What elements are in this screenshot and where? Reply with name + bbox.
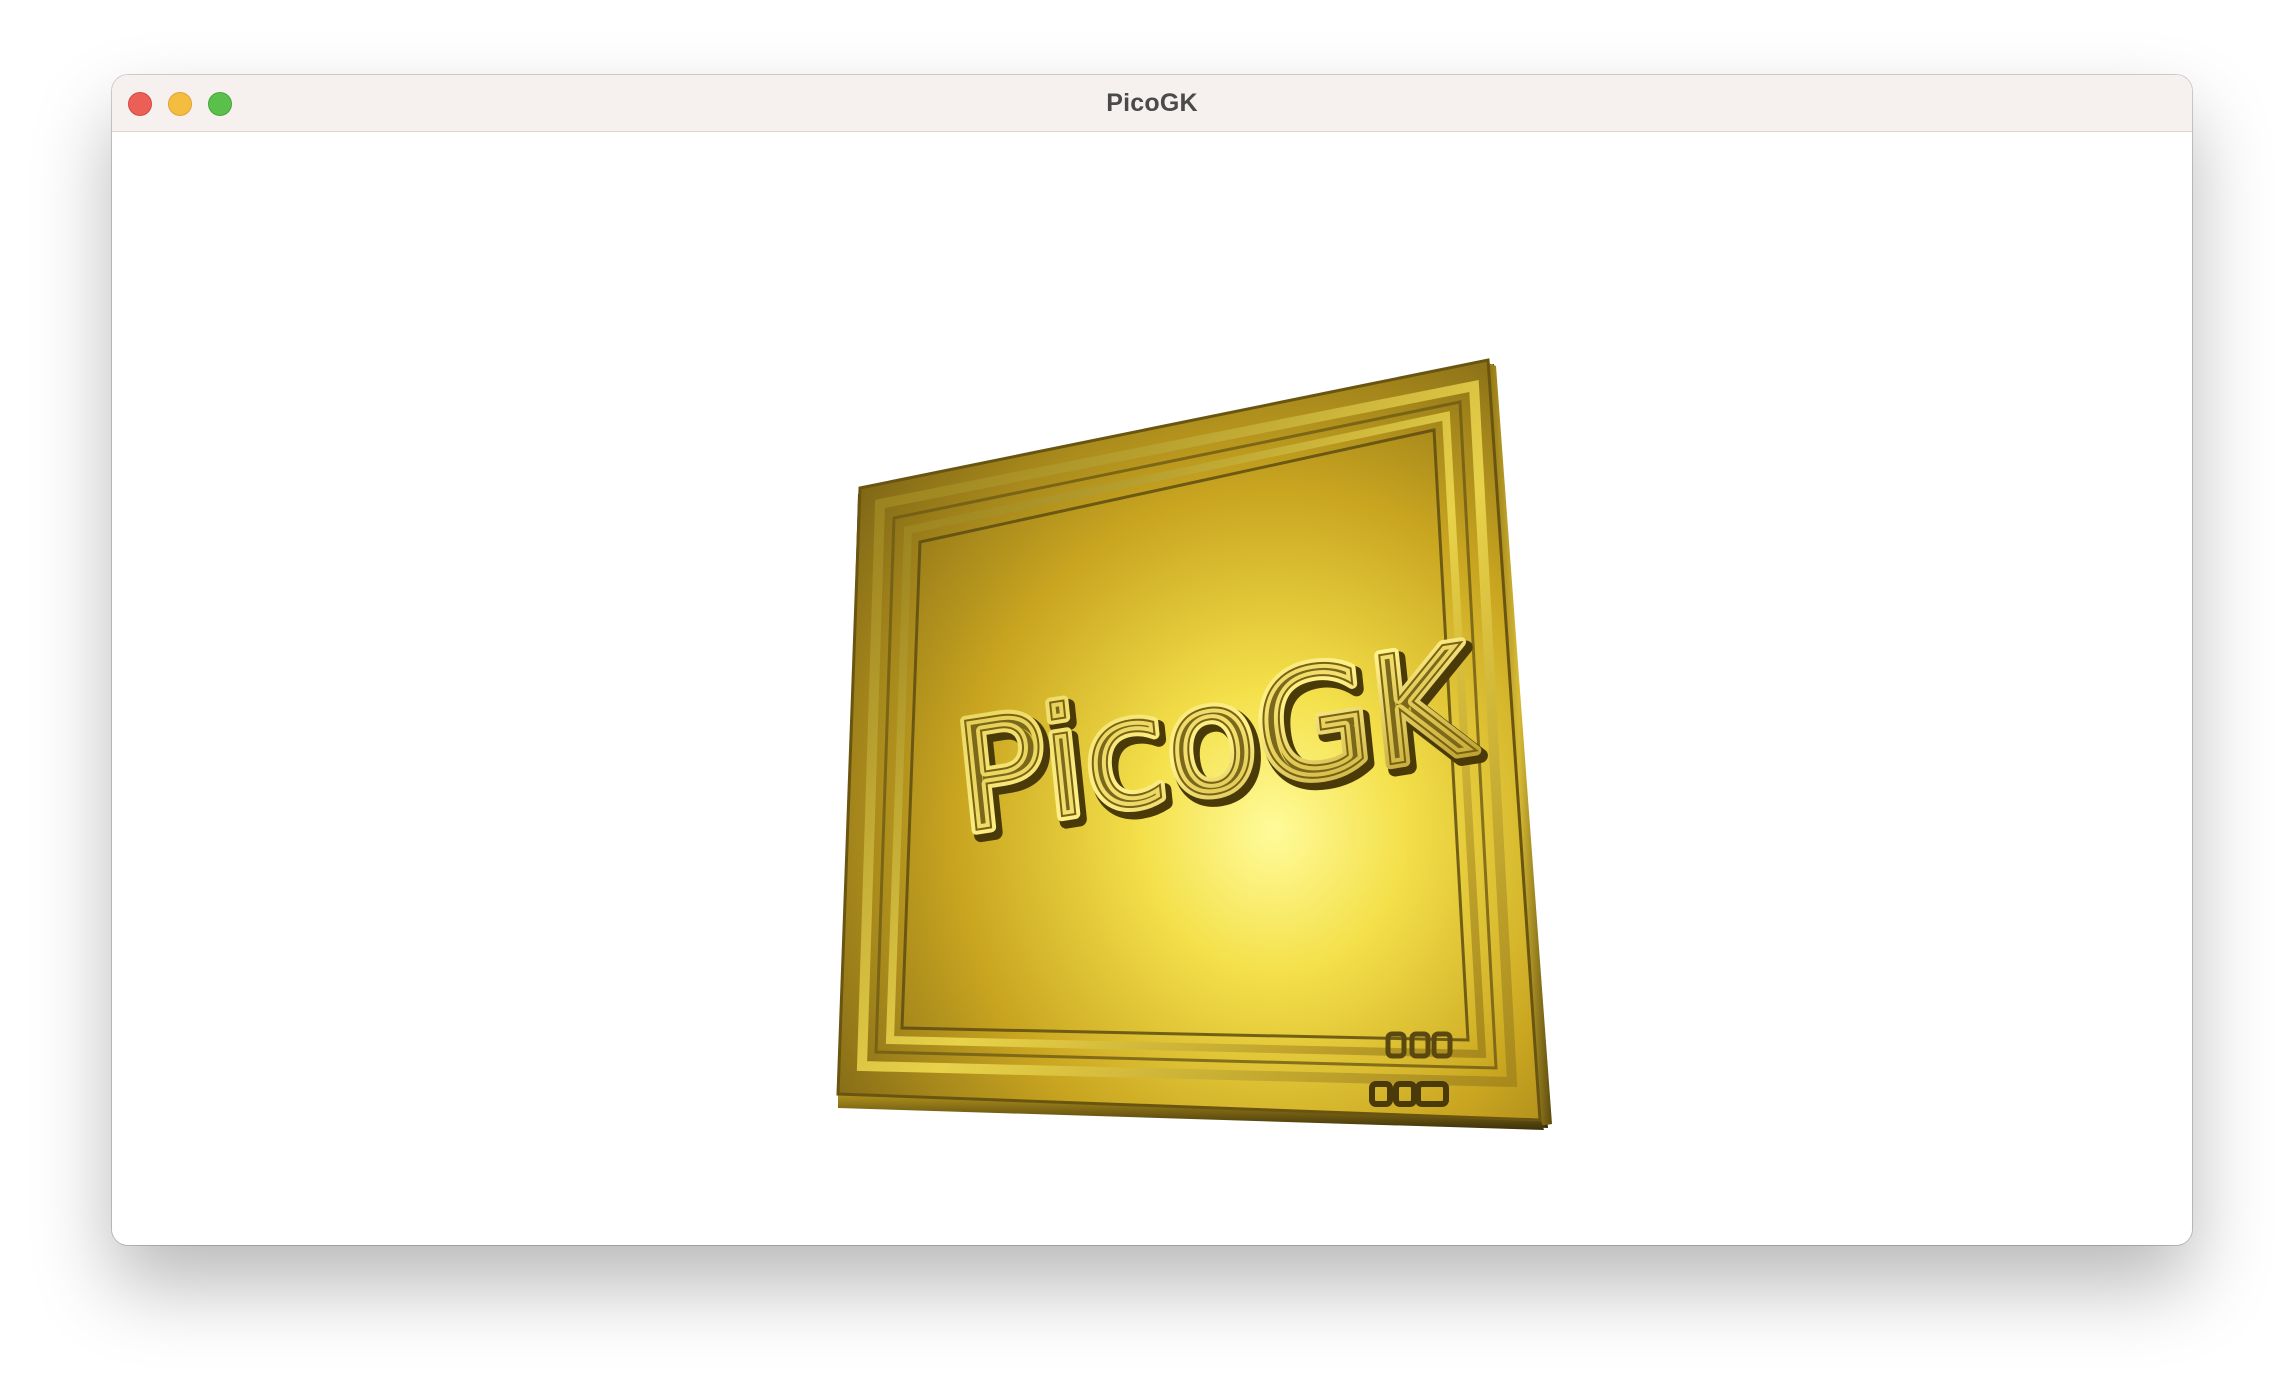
viewport-canvas[interactable]: PicoGK PicoGK PicoGK xyxy=(112,132,2192,1245)
3d-viewport[interactable]: PicoGK PicoGK PicoGK xyxy=(112,132,2192,1245)
window-title: PicoGK xyxy=(1106,89,1198,117)
desktop: PicoGK PicoGK PicoGK PicoGK xyxy=(0,0,2296,1388)
title-bar[interactable]: PicoGK xyxy=(112,75,2192,132)
app-window: PicoGK PicoGK PicoGK PicoGK xyxy=(112,75,2192,1245)
gold-plaque-model[interactable]: PicoGK PicoGK PicoGK xyxy=(836,358,1552,1130)
